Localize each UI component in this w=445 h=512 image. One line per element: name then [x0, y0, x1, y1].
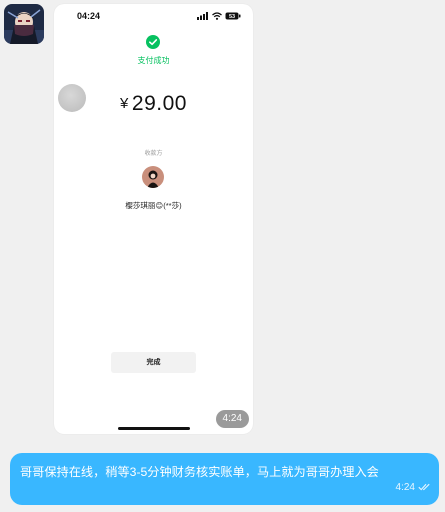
wifi-icon: [212, 12, 222, 20]
battery-level: 53: [229, 14, 235, 20]
payment-screenshot[interactable]: 04:24 53 支付成功 ¥29.00 收款方 樱莎琪丽😊(**莎) 完成 4…: [54, 4, 253, 434]
screenshot-time-badge: 4:24: [215, 410, 249, 428]
payee-label: 收款方: [144, 151, 163, 157]
floating-assistive-button[interactable]: [58, 84, 86, 112]
message-time: 4:24: [395, 482, 415, 493]
currency-symbol: ¥: [120, 95, 129, 112]
message-bubble[interactable]: 哥哥保持在线，稍等3-5分钟财务核实账单，马上就为哥哥办理入会 4:24: [10, 453, 439, 505]
payment-status-label: 支付成功: [137, 56, 170, 65]
battery-icon: 53: [225, 12, 241, 20]
amount-value: 29.00: [131, 92, 187, 115]
double-check-icon: [418, 483, 430, 491]
payee-avatar-image: [142, 166, 164, 188]
sender-avatar[interactable]: [4, 4, 44, 44]
message-text: 哥哥保持在线，稍等3-5分钟财务核实账单，马上就为哥哥办理入会: [20, 465, 379, 479]
done-button[interactable]: 完成: [111, 352, 196, 373]
signal-icon: [197, 12, 208, 20]
status-time: 04:24: [77, 11, 101, 21]
home-indicator: [118, 427, 190, 430]
success-check-icon: [146, 35, 160, 49]
payee-avatar: [142, 166, 164, 188]
status-bar: 04:24 53: [54, 4, 253, 28]
payee-name: 樱莎琪丽😊(**莎): [125, 201, 182, 210]
ninja-avatar-icon: [4, 4, 44, 44]
